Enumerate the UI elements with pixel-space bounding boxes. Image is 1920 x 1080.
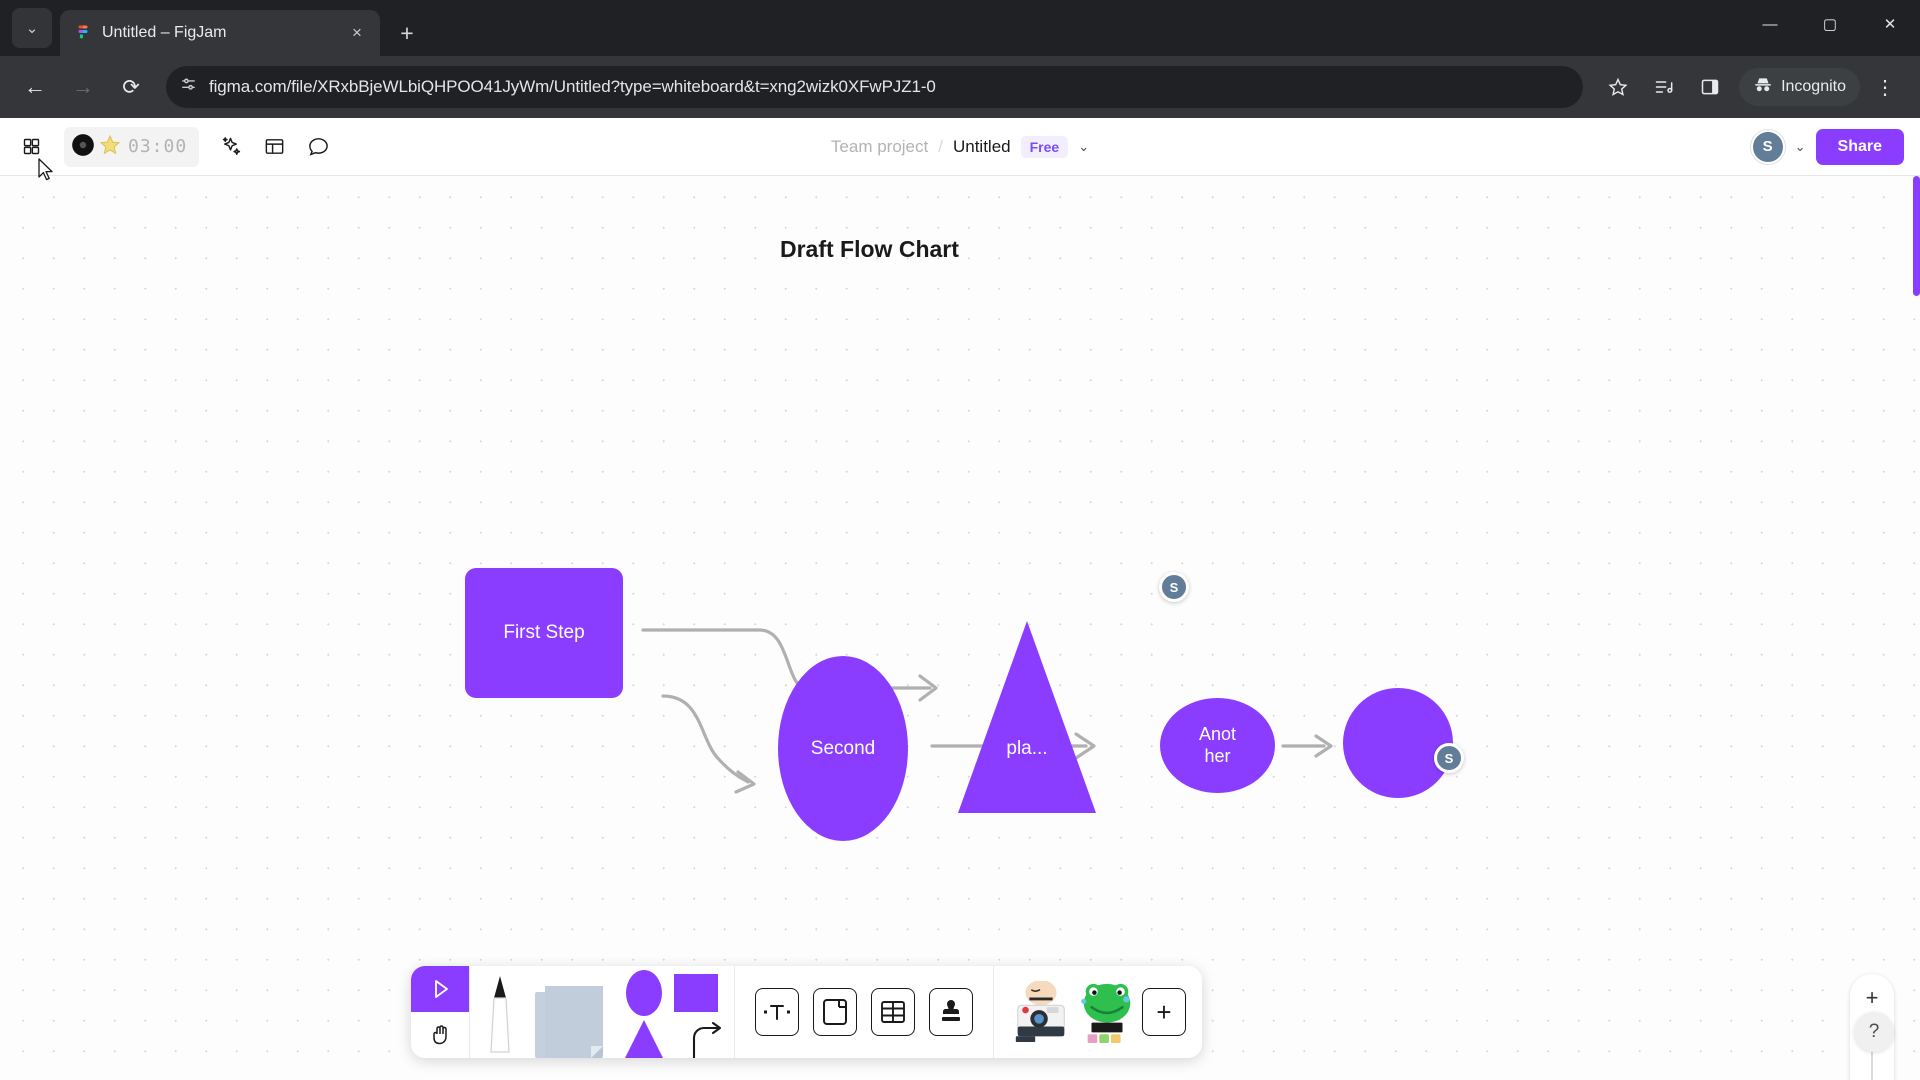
address-bar[interactable]: figma.com/file/XRxbBjeWLbiQHPOO41JyWm/Un… — [166, 66, 1584, 108]
maximize-icon[interactable]: ▢ — [1800, 0, 1860, 48]
whiteboard-canvas[interactable]: Draft Flow Chart First Step pla... Secon… — [0, 176, 1920, 1080]
sticker-frog-icon[interactable] — [1076, 981, 1138, 1043]
bookmark-star-icon[interactable] — [1597, 66, 1639, 108]
triangle-shape-icon — [625, 1020, 663, 1058]
rectangle-shape-icon — [674, 974, 718, 1012]
new-tab-button[interactable]: + — [390, 16, 424, 50]
shape-tool[interactable] — [616, 966, 734, 1058]
collaborator-cursor: S — [1434, 743, 1464, 773]
cursor-tool[interactable] — [411, 966, 469, 1012]
comment-icon[interactable] — [297, 126, 339, 168]
flow-node-first-step[interactable]: First Step — [465, 568, 623, 698]
window-controls: — ▢ ✕ — [1740, 0, 1920, 48]
chevron-down-icon: ⌄ — [25, 20, 39, 37]
flow-node-another[interactable]: Anot her — [1160, 698, 1275, 793]
incognito-hat-icon — [1753, 75, 1773, 100]
breadcrumb: Team project / Untitled Free ⌄ — [831, 135, 1089, 158]
flow-node-label: Second — [810, 737, 876, 759]
figma-header-right: S ⌄ Share — [1750, 128, 1904, 165]
flow-node-plan[interactable]: pla... — [958, 621, 1096, 813]
tab-title: Untitled – FigJam — [102, 24, 227, 41]
incognito-label: Incognito — [1781, 78, 1846, 95]
flow-node-empty-circle[interactable] — [1343, 688, 1453, 798]
close-icon[interactable]: × — [344, 20, 370, 46]
table-tool[interactable] — [871, 988, 915, 1036]
object-tool-group — [735, 966, 993, 1058]
zoom-in-button[interactable]: + — [1858, 984, 1886, 1012]
url-text: figma.com/file/XRxbBjeWLbiQHPOO41JyWm/Un… — [209, 77, 936, 96]
browser-window: ⌄ Untitled – FigJam × + — ▢ ✕ ← → ⟳ figm… — [0, 0, 1920, 1080]
flow-node-label: Anot her — [1198, 723, 1237, 766]
text-tool[interactable] — [755, 988, 799, 1036]
share-button[interactable]: Share — [1815, 128, 1904, 165]
sticky-note-tool[interactable] — [530, 966, 616, 1058]
browser-menu-icon[interactable]: ⋮ — [1864, 66, 1906, 108]
add-sticker-button[interactable]: + — [1142, 988, 1186, 1036]
toolbar-actions: Incognito ⋮ — [1597, 66, 1906, 108]
creation-tool-group — [470, 966, 734, 1058]
help-button[interactable]: ? — [1854, 1012, 1894, 1052]
incognito-indicator[interactable]: Incognito — [1739, 68, 1860, 106]
figma-logo-icon — [74, 24, 92, 42]
mouse-pointer-icon — [38, 158, 55, 182]
ellipse-shape-icon — [626, 970, 662, 1016]
breadcrumb-separator: / — [938, 136, 943, 156]
browser-tab[interactable]: Untitled – FigJam × — [60, 10, 380, 56]
avatar[interactable]: S — [1750, 129, 1785, 164]
flow-node-second[interactable]: Second — [778, 656, 908, 841]
tab-strip: ⌄ Untitled – FigJam × + — ▢ ✕ — [0, 0, 1920, 56]
breadcrumb-file[interactable]: Untitled — [953, 137, 1011, 157]
template-icon[interactable] — [253, 126, 295, 168]
bottom-toolbar: + — [411, 966, 1202, 1058]
collaborator-cursor: S — [1159, 572, 1189, 602]
figma-header: 03:00 Team project / Untitled Free ⌄ S ⌄… — [0, 118, 1920, 176]
site-settings-icon[interactable] — [180, 76, 197, 98]
canvas-scrollbar[interactable] — [1913, 176, 1920, 296]
sticker-camera-icon[interactable] — [1010, 981, 1072, 1043]
chevron-down-icon[interactable]: ⌄ — [1078, 139, 1089, 155]
minimize-icon[interactable]: — — [1740, 0, 1800, 48]
flow-node-label: First Step — [503, 622, 585, 644]
page-title[interactable]: Draft Flow Chart — [780, 236, 959, 263]
plan-badge[interactable]: Free — [1020, 135, 1069, 158]
stamp-tool[interactable] — [929, 988, 973, 1036]
timer-widget[interactable]: 03:00 — [64, 126, 200, 167]
side-panel-icon[interactable] — [1689, 66, 1731, 108]
browser-toolbar: ← → ⟳ figma.com/file/XRxbBjeWLbiQHPOO41J… — [0, 56, 1920, 118]
star-sticker-icon — [98, 133, 122, 161]
triangle-shape — [958, 621, 1096, 813]
ai-sparkle-icon[interactable] — [209, 126, 251, 168]
back-icon[interactable]: ← — [14, 66, 56, 108]
select-tool-stack — [411, 966, 469, 1058]
flow-node-label: pla... — [1006, 738, 1048, 759]
reload-icon[interactable]: ⟳ — [110, 66, 152, 108]
forward-icon[interactable]: → — [62, 66, 104, 108]
reading-list-icon[interactable] — [1643, 66, 1685, 108]
marker-tool[interactable] — [470, 966, 530, 1058]
sticker-group: + — [994, 966, 1202, 1058]
avatar-chevron-down-icon[interactable]: ⌄ — [1795, 139, 1806, 155]
timer-value: 03:00 — [128, 136, 188, 157]
timer-clock-icon — [70, 132, 96, 162]
breadcrumb-team[interactable]: Team project — [831, 137, 928, 157]
section-tool[interactable] — [813, 988, 857, 1036]
close-window-icon[interactable]: ✕ — [1860, 0, 1920, 48]
hand-tool[interactable] — [411, 1012, 469, 1058]
tab-search-button[interactable]: ⌄ — [12, 8, 52, 48]
